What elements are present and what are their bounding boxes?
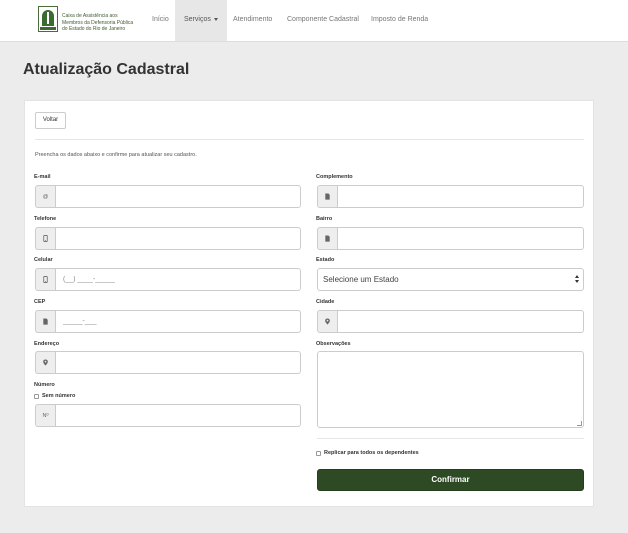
phone-icon [35,227,55,250]
observacoes-label: Observações [316,341,351,347]
cidade-input-group [317,310,584,333]
bairro-label: Bairro [316,216,333,222]
email-label: E-mail [34,174,51,180]
mobile-icon [35,268,55,291]
nav-inicio-label: Início [152,16,169,23]
email-input[interactable] [55,185,301,208]
bairro-input[interactable] [337,227,584,250]
endereco-label: Endereço [34,341,60,347]
brand-line-3: do Estado do Rio de Janeiro [62,26,126,32]
caarj-logo-icon [38,6,58,32]
nav-imposto-de-renda[interactable]: Imposto de Renda [362,0,437,41]
endereco-input-group [35,351,301,374]
celular-input[interactable] [55,268,301,291]
nav-componente-cadastral[interactable]: Componente Cadastral [278,0,368,41]
replicate-label: Replicar para todos os dependentes [324,450,419,456]
form-panel: Voltar Preencha os dados abaixo e confir… [24,100,594,507]
nav-atendimento-label: Atendimento [233,16,273,23]
replicate-checkbox[interactable] [316,450,321,456]
complemento-input[interactable] [337,185,584,208]
brand-logo[interactable]: Caixa de Assistência aos Membros da Defe… [38,6,143,34]
page-title: Atualização Cadastral [23,61,190,78]
form-intro-text: Preencha os dados abaixo e confirme para… [35,152,197,158]
numero-input[interactable] [55,404,301,427]
estado-label: Estado [316,257,335,263]
estado-select[interactable]: Selecione um Estado [317,268,584,291]
divider [35,139,584,140]
caret-down-icon [213,17,218,21]
cidade-label: Cidade [316,299,335,305]
numero-label: Número [34,382,55,388]
celular-label: Celular [34,257,53,263]
brand-text: Caixa de Assistência aos Membros da Defe… [62,13,142,33]
nav-servicos-label: Serviços [184,16,211,23]
document-icon [317,227,337,250]
sem-numero-label: Sem número [42,393,76,399]
sem-numero-checkbox-row[interactable]: Sem número [34,393,75,399]
endereco-input[interactable] [55,351,301,374]
sem-numero-checkbox[interactable] [34,393,39,399]
cep-input[interactable] [55,310,301,333]
cidade-input[interactable] [337,310,584,333]
nav-componente-cadastral-label: Componente Cadastral [287,16,359,23]
top-navbar: Caixa de Assistência aos Membros da Defe… [0,0,628,42]
cep-label: CEP [34,299,46,305]
at-icon: @ [35,185,55,208]
nav-inicio[interactable]: Início [143,0,178,41]
observacoes-textarea[interactable] [317,351,584,428]
document-icon [317,185,337,208]
numero-input-group: Nº [35,404,301,427]
telefone-label: Telefone [34,216,57,222]
resize-handle-icon[interactable] [577,421,582,426]
telefone-input[interactable] [55,227,301,250]
complemento-label: Complemento [316,174,353,180]
email-input-group: @ [35,185,301,208]
telefone-input-group [35,227,301,250]
numero-addon: Nº [35,404,55,427]
nav-atendimento[interactable]: Atendimento [224,0,281,41]
cep-input-group [35,310,301,333]
estado-selected-value: Selecione um Estado [323,275,399,284]
select-arrows-icon [575,275,580,285]
map-marker-icon [317,310,337,333]
bairro-input-group [317,227,584,250]
back-button[interactable]: Voltar [35,112,66,129]
divider [317,438,584,439]
nav-servicos-dropdown[interactable]: Serviços [175,0,227,41]
document-icon [35,310,55,333]
celular-input-group [35,268,301,291]
complemento-input-group [317,185,584,208]
map-marker-icon [35,351,55,374]
confirm-button[interactable]: Confirmar [317,469,584,491]
nav-imposto-de-renda-label: Imposto de Renda [371,16,429,23]
replicate-checkbox-row[interactable]: Replicar para todos os dependentes [316,450,419,456]
